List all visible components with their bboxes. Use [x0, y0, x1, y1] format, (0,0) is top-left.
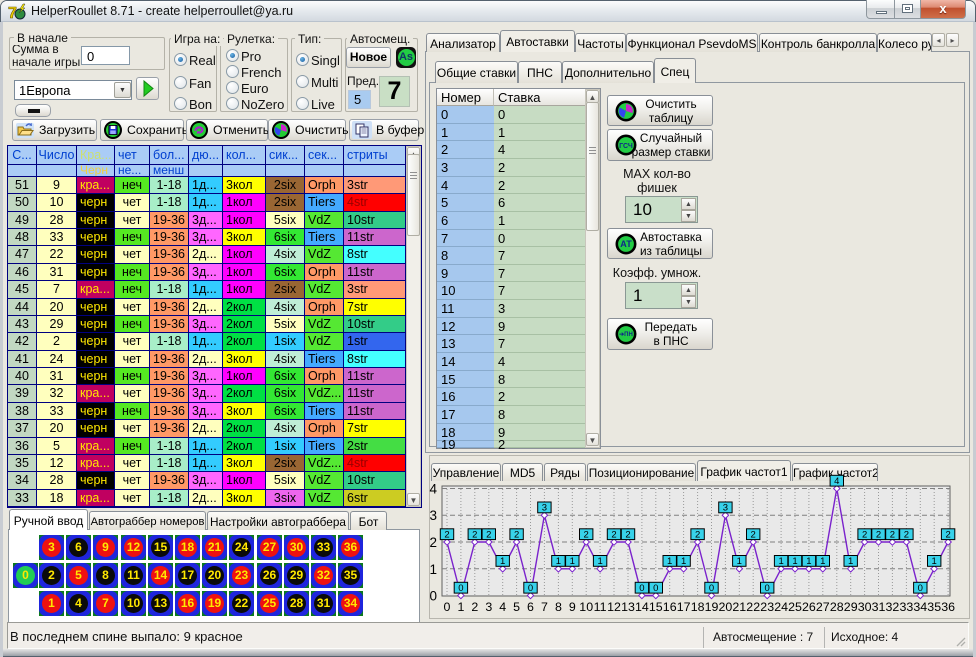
svg-text:14: 14 — [635, 600, 649, 614]
svg-text:0: 0 — [639, 583, 644, 594]
svg-text:1: 1 — [932, 556, 937, 567]
svg-text:4: 4 — [429, 482, 437, 497]
svg-text:21: 21 — [732, 600, 746, 614]
svg-text:3: 3 — [723, 503, 728, 514]
svg-text:1: 1 — [500, 556, 505, 567]
svg-text:2: 2 — [444, 529, 449, 540]
svg-text:2: 2 — [625, 529, 630, 540]
svg-text:8: 8 — [555, 600, 562, 614]
svg-text:0: 0 — [429, 589, 437, 604]
svg-text:3: 3 — [485, 600, 492, 614]
svg-text:16: 16 — [663, 600, 677, 614]
svg-text:1: 1 — [570, 556, 575, 567]
svg-text:1: 1 — [792, 556, 797, 567]
svg-text:17: 17 — [677, 600, 691, 614]
svg-text:13: 13 — [621, 600, 635, 614]
svg-text:2: 2 — [514, 529, 519, 540]
svg-text:33: 33 — [900, 600, 914, 614]
svg-text:10: 10 — [579, 600, 593, 614]
svg-text:25: 25 — [788, 600, 802, 614]
svg-text:2: 2 — [945, 529, 950, 540]
svg-text:0: 0 — [918, 583, 923, 594]
svg-text:2: 2 — [876, 529, 881, 540]
svg-text:9: 9 — [569, 600, 576, 614]
svg-text:0: 0 — [458, 583, 463, 594]
svg-text:1: 1 — [806, 556, 811, 567]
svg-text:2: 2 — [751, 529, 756, 540]
svg-text:0: 0 — [528, 583, 533, 594]
svg-text:4: 4 — [834, 476, 839, 487]
svg-text:2: 2 — [695, 529, 700, 540]
svg-text:32: 32 — [886, 600, 900, 614]
svg-text:1: 1 — [457, 600, 464, 614]
svg-text:7: 7 — [541, 600, 548, 614]
svg-text:1: 1 — [778, 556, 783, 567]
svg-text:28: 28 — [830, 600, 844, 614]
svg-text:2: 2 — [429, 535, 437, 550]
svg-text:19: 19 — [705, 600, 719, 614]
svg-text:1: 1 — [667, 556, 672, 567]
svg-text:1: 1 — [820, 556, 825, 567]
svg-text:35: 35 — [927, 600, 941, 614]
svg-text:3: 3 — [542, 503, 547, 514]
svg-text:2: 2 — [890, 529, 895, 540]
svg-text:26: 26 — [802, 600, 816, 614]
svg-text:0: 0 — [709, 583, 714, 594]
svg-text:1: 1 — [737, 556, 742, 567]
svg-text:1: 1 — [848, 556, 853, 567]
svg-text:2: 2 — [584, 529, 589, 540]
svg-text:6: 6 — [527, 600, 534, 614]
svg-text:18: 18 — [691, 600, 705, 614]
svg-text:23: 23 — [760, 600, 774, 614]
svg-text:2: 2 — [904, 529, 909, 540]
svg-text:1: 1 — [429, 562, 437, 577]
svg-text:20: 20 — [719, 600, 733, 614]
svg-text:22: 22 — [746, 600, 760, 614]
svg-text:4: 4 — [499, 600, 506, 614]
svg-text:2: 2 — [862, 529, 867, 540]
svg-text:2: 2 — [472, 529, 477, 540]
svg-text:3: 3 — [429, 508, 437, 523]
svg-text:24: 24 — [774, 600, 788, 614]
svg-text:0: 0 — [765, 583, 770, 594]
svg-text:31: 31 — [872, 600, 886, 614]
svg-text:1: 1 — [681, 556, 686, 567]
svg-text:27: 27 — [816, 600, 830, 614]
svg-text:2: 2 — [471, 600, 478, 614]
svg-text:1: 1 — [556, 556, 561, 567]
svg-text:34: 34 — [913, 600, 927, 614]
svg-text:11: 11 — [594, 600, 607, 614]
svg-text:30: 30 — [858, 600, 872, 614]
svg-text:12: 12 — [607, 600, 621, 614]
svg-text:36: 36 — [941, 600, 955, 614]
svg-text:2: 2 — [611, 529, 616, 540]
svg-text:29: 29 — [844, 600, 858, 614]
svg-text:5: 5 — [513, 600, 520, 614]
svg-text:1: 1 — [597, 556, 602, 567]
svg-text:2: 2 — [486, 529, 491, 540]
svg-text:15: 15 — [649, 600, 663, 614]
svg-text:0: 0 — [444, 600, 451, 614]
svg-text:0: 0 — [653, 583, 658, 594]
